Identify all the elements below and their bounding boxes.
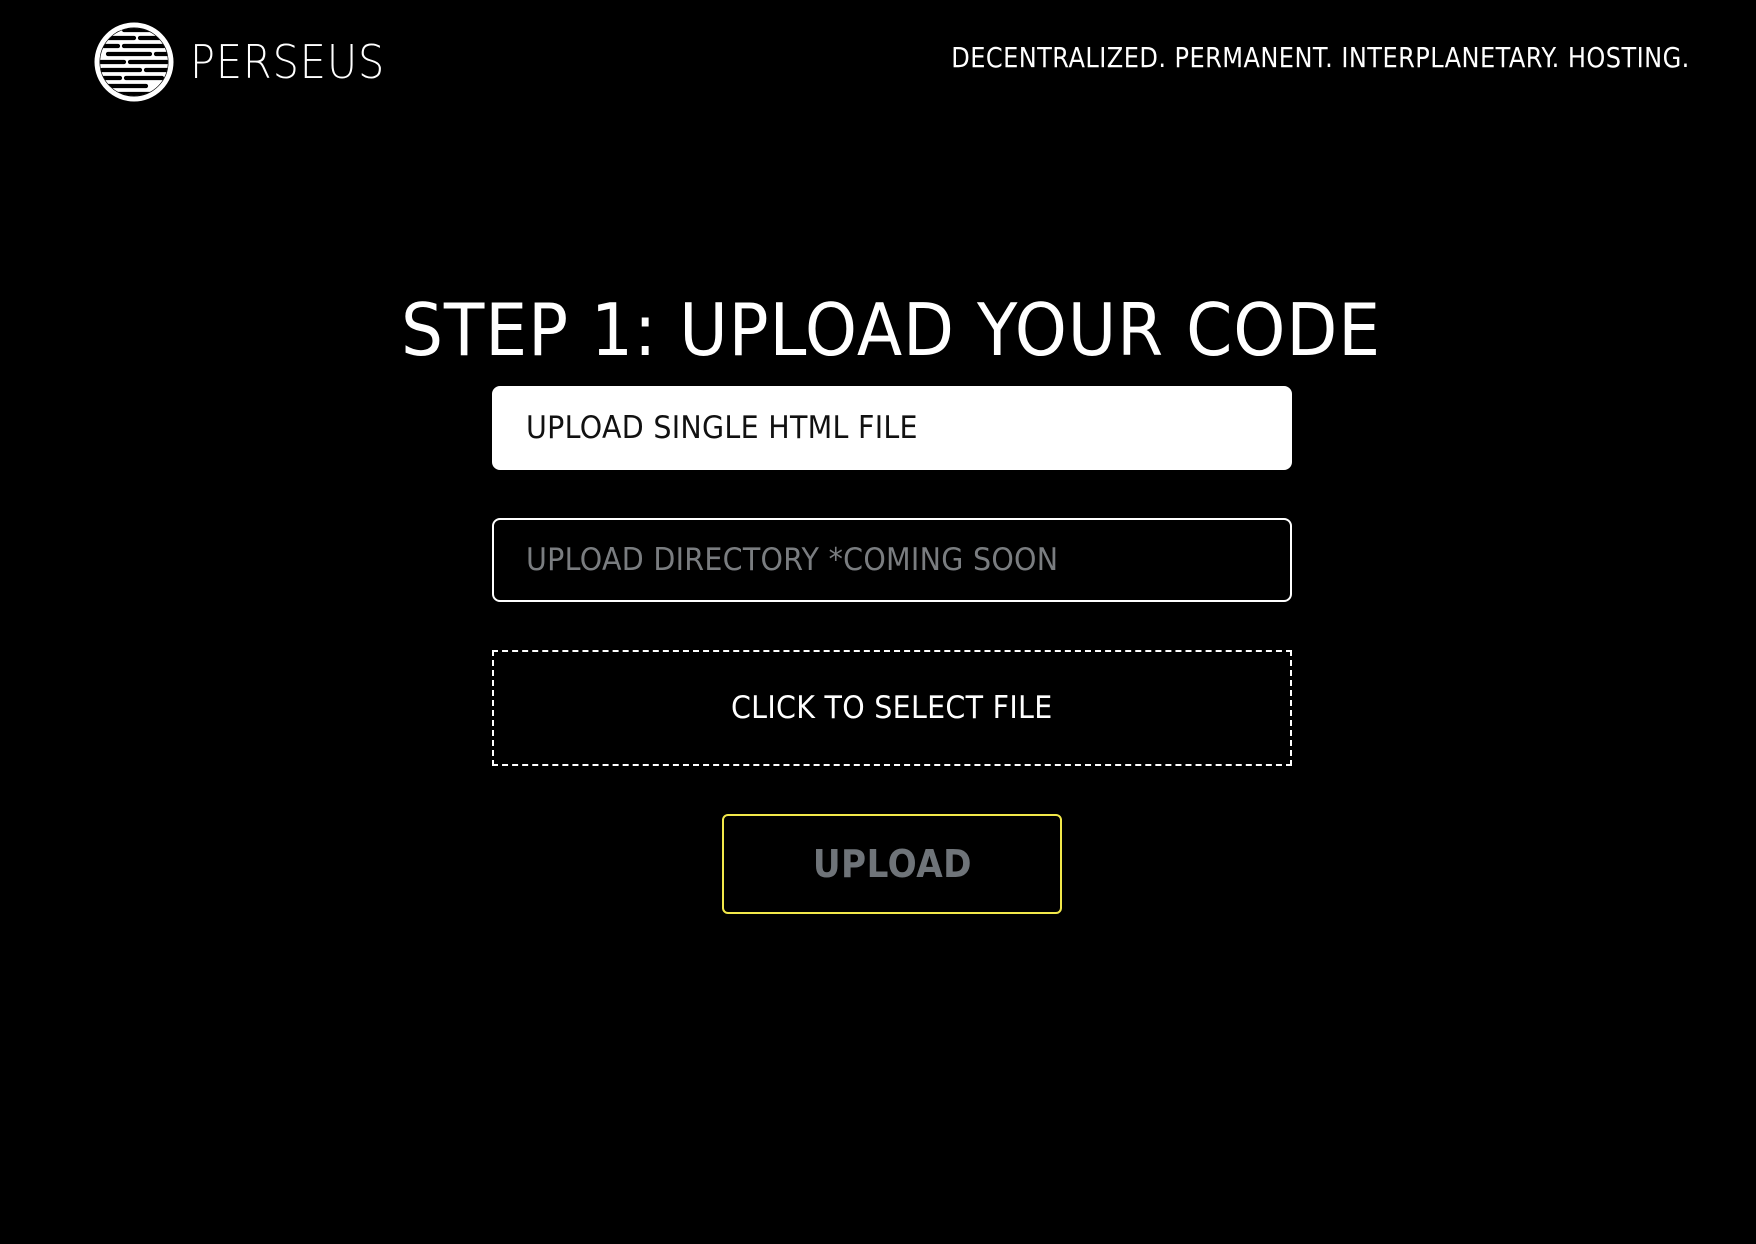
perseus-logo-icon	[94, 22, 174, 102]
brand-home-link[interactable]: PERSEUS	[94, 22, 407, 102]
site-tagline: DECENTRALIZED. PERMANENT. INTERPLANETARY…	[951, 41, 1690, 74]
upload-single-html-label: UPLOAD SINGLE HTML FILE	[526, 410, 918, 446]
upload-directory-option[interactable]: UPLOAD DIRECTORY *COMING SOON	[492, 518, 1292, 602]
file-select-dropzone[interactable]: CLICK TO SELECT FILE	[492, 650, 1292, 766]
upload-button-label: UPLOAD	[812, 842, 972, 886]
upload-button[interactable]: UPLOAD	[722, 814, 1062, 914]
upload-directory-label: UPLOAD DIRECTORY *COMING SOON	[526, 542, 1059, 578]
page-title: STEP 1: UPLOAD YOUR CODE	[400, 288, 1382, 373]
file-select-label: CLICK TO SELECT FILE	[731, 690, 1053, 726]
brand-name: PERSEUS	[190, 35, 386, 89]
site-header: PERSEUS DECENTRALIZED. PERMANENT. INTERP…	[0, 0, 1756, 130]
upload-single-html-option[interactable]: UPLOAD SINGLE HTML FILE	[492, 386, 1292, 470]
